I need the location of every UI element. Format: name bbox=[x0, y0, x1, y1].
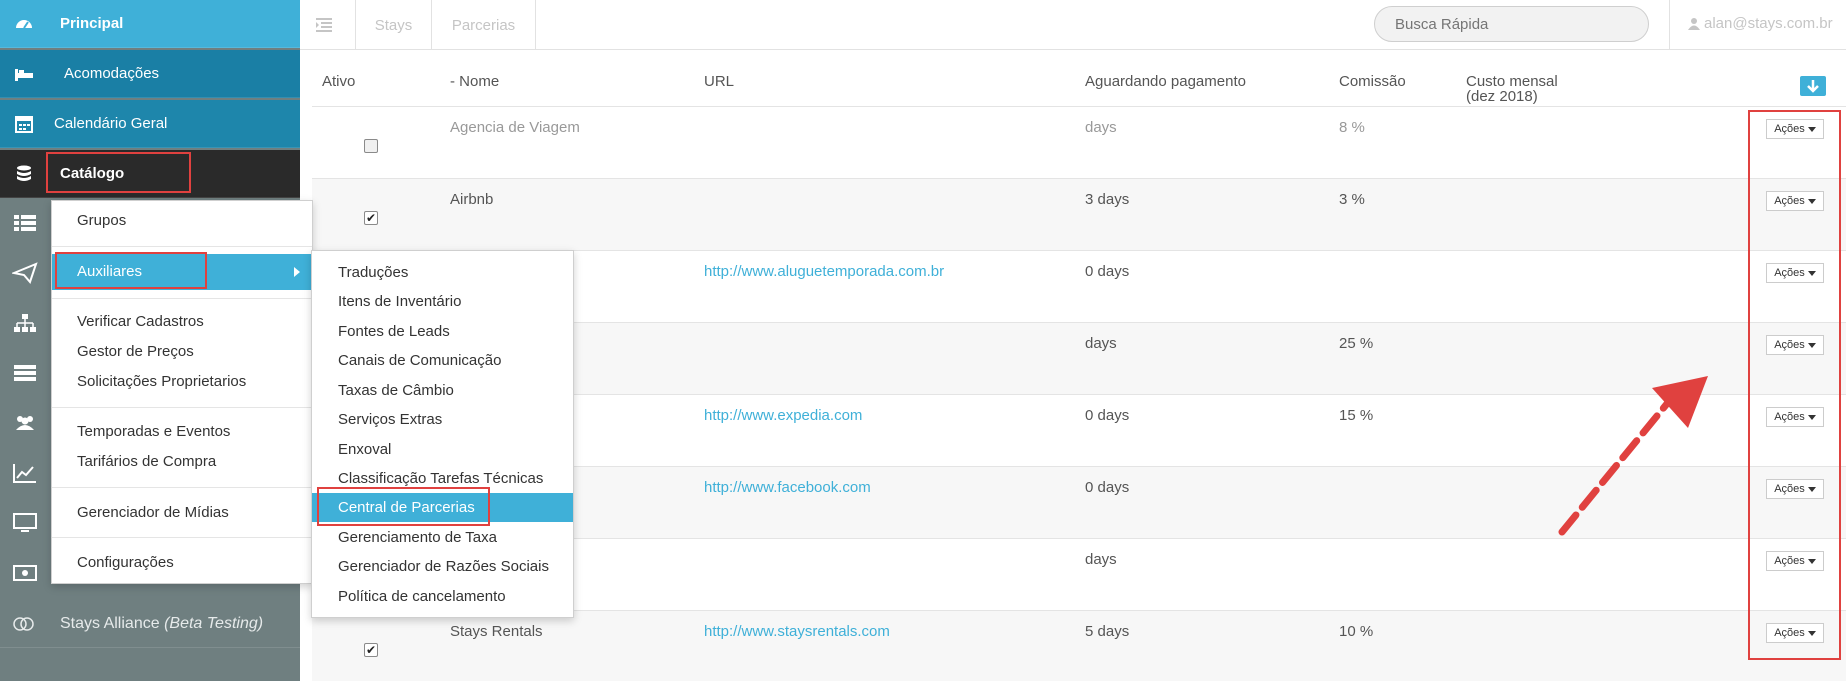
auxiliares-submenu: Traduções Itens de Inventário Fontes de … bbox=[311, 250, 574, 618]
submenu-item-servicos-extras[interactable]: Serviços Extras bbox=[312, 405, 573, 434]
row-url[interactable]: http://www.expedia.com bbox=[704, 407, 862, 424]
active-checkbox[interactable]: ✔ bbox=[364, 643, 378, 657]
menu-item-gerenciador-midias[interactable]: Gerenciador de Mídias bbox=[52, 500, 312, 526]
user-menu[interactable]: alan@stays.com.br bbox=[1688, 15, 1833, 32]
menu-divider bbox=[52, 407, 312, 408]
row-aguardando: days bbox=[1085, 119, 1117, 136]
header-aguardando: Aguardando pagamento bbox=[1085, 73, 1246, 90]
header-comissao: Comissão bbox=[1339, 73, 1406, 90]
paper-plane-icon[interactable] bbox=[12, 262, 38, 284]
menu-item-configuracoes[interactable]: Configurações bbox=[52, 550, 312, 576]
row-url[interactable]: http://www.facebook.com bbox=[704, 479, 871, 496]
active-checkbox[interactable]: ✔ bbox=[364, 211, 378, 225]
alliance-tag: (Beta Testing) bbox=[164, 614, 264, 632]
menu-divider bbox=[52, 246, 312, 247]
money-icon[interactable] bbox=[12, 562, 38, 584]
download-button[interactable] bbox=[1800, 76, 1826, 96]
menu-item-tarifarios[interactable]: Tarifários de Compra bbox=[52, 449, 312, 475]
menu-divider bbox=[52, 537, 312, 538]
header-custo-line1: Custo mensal bbox=[1466, 73, 1558, 90]
tab-parcerias[interactable]: Parcerias bbox=[432, 0, 536, 50]
submenu-item-razoes-sociais[interactable]: Gerenciador de Razões Sociais bbox=[312, 552, 573, 581]
annotation-arrow-icon bbox=[1558, 376, 1708, 536]
sidebar-label-alliance: Stays Alliance (Beta Testing) bbox=[60, 615, 263, 633]
menu-item-gestor-precos[interactable]: Gestor de Preços bbox=[52, 339, 312, 365]
row-nome: Agencia de Viagem bbox=[450, 119, 580, 136]
monitor-icon[interactable] bbox=[12, 512, 38, 534]
submenu-item-canais[interactable]: Canais de Comunicação bbox=[312, 346, 573, 375]
header-custo-line2: (dez 2018) bbox=[1466, 88, 1538, 105]
line-chart-icon[interactable] bbox=[12, 462, 38, 484]
user-icon bbox=[1688, 18, 1700, 30]
calendar-icon bbox=[15, 116, 33, 133]
topbar-divider bbox=[1669, 0, 1670, 50]
sitemap-icon[interactable] bbox=[12, 312, 38, 334]
table-row: Agencia de Viagem days 8 % Ações bbox=[312, 106, 1846, 178]
user-email: alan@stays.com.br bbox=[1704, 15, 1833, 32]
row-aguardando: 5 days bbox=[1085, 623, 1130, 640]
rings-icon bbox=[13, 617, 34, 631]
table-row: ✔ Airbnb 3 days 3 % Ações bbox=[312, 178, 1846, 250]
submenu-item-inventario[interactable]: Itens de Inventário bbox=[312, 287, 573, 316]
submenu-item-gerenciamento-taxa[interactable]: Gerenciamento de Taxa bbox=[312, 523, 573, 552]
users-icon[interactable] bbox=[12, 412, 38, 434]
active-checkbox[interactable] bbox=[364, 139, 378, 153]
sidebar-label-calendario: Calendário Geral bbox=[54, 115, 168, 132]
quick-search-input[interactable] bbox=[1374, 6, 1649, 42]
highlight-auxiliares bbox=[55, 252, 207, 289]
sidebar-item-calendario[interactable]: Calendário Geral bbox=[0, 100, 300, 148]
submenu-item-traducoes[interactable]: Traduções bbox=[312, 258, 573, 287]
row-aguardando: days bbox=[1085, 551, 1117, 568]
highlight-catalogo bbox=[46, 152, 191, 193]
submenu-item-cambio[interactable]: Taxas de Câmbio bbox=[312, 376, 573, 405]
row-comissao: 3 % bbox=[1339, 191, 1365, 208]
row-aguardando: 3 days bbox=[1085, 191, 1130, 208]
header-url: URL bbox=[704, 73, 735, 90]
submenu-item-fontes-leads[interactable]: Fontes de Leads bbox=[312, 317, 573, 346]
row-aguardando: days bbox=[1085, 335, 1117, 352]
indent-icon bbox=[316, 18, 332, 32]
topbar: Stays Parcerias alan@stays.com.br bbox=[300, 0, 1846, 50]
menu-divider bbox=[52, 487, 312, 488]
sidebar-item-alliance[interactable]: Stays Alliance (Beta Testing) bbox=[0, 600, 300, 648]
highlight-acoes-column bbox=[1748, 110, 1841, 660]
row-comissao: 25 % bbox=[1339, 335, 1374, 352]
alliance-name: Stays Alliance bbox=[60, 614, 160, 632]
toggle-sidebar-button[interactable] bbox=[300, 0, 356, 50]
database-icon bbox=[17, 165, 31, 181]
row-aguardando: 0 days bbox=[1085, 263, 1130, 280]
menu-item-temporadas[interactable]: Temporadas e Eventos bbox=[52, 419, 312, 445]
header-nome[interactable]: - Nome bbox=[450, 74, 499, 89]
tab-stays[interactable]: Stays bbox=[356, 0, 432, 50]
arrow-down-icon bbox=[1807, 80, 1819, 93]
submenu-item-cancelamento[interactable]: Política de cancelamento bbox=[312, 582, 573, 611]
menu-divider bbox=[52, 298, 312, 299]
sidebar-item-acomodacoes[interactable]: Acomodações bbox=[0, 50, 300, 98]
row-comissao: 15 % bbox=[1339, 407, 1374, 424]
submenu-item-enxoval[interactable]: Enxoval bbox=[312, 435, 573, 464]
caret-right-icon bbox=[294, 267, 300, 277]
row-nome: Airbnb bbox=[450, 191, 494, 208]
row-aguardando: 0 days bbox=[1085, 479, 1130, 496]
menu-item-solicitacoes[interactable]: Solicitações Proprietarios bbox=[52, 369, 312, 395]
row-url[interactable]: http://www.staysrentals.com bbox=[704, 623, 890, 640]
sidebar-item-principal[interactable]: Principal bbox=[0, 0, 300, 48]
sidebar-label-acomodacoes: Acomodações bbox=[64, 65, 160, 82]
bed-icon bbox=[15, 69, 33, 81]
menu-item-verificar-cadastros[interactable]: Verificar Cadastros bbox=[52, 309, 312, 335]
row-comissao: 8 % bbox=[1339, 119, 1365, 136]
list-icon[interactable] bbox=[12, 212, 38, 234]
row-comissao: 10 % bbox=[1339, 623, 1374, 640]
row-url[interactable]: http://www.aluguetemporada.com.br bbox=[704, 263, 944, 280]
sidebar-label-principal: Principal bbox=[60, 15, 124, 32]
menu-item-grupos[interactable]: Grupos bbox=[52, 208, 312, 234]
header-ativo: Ativo bbox=[322, 73, 356, 90]
server-icon[interactable] bbox=[12, 362, 38, 384]
header-custo: Custo mensal (dez 2018) bbox=[1466, 74, 1558, 104]
highlight-central-parcerias bbox=[317, 487, 490, 526]
row-aguardando: 0 days bbox=[1085, 407, 1130, 424]
row-nome: Stays Rentals bbox=[450, 623, 543, 640]
table-row: ✔ Stays Rentals http://www.staysrentals.… bbox=[312, 610, 1846, 681]
dashboard-icon bbox=[16, 20, 32, 29]
